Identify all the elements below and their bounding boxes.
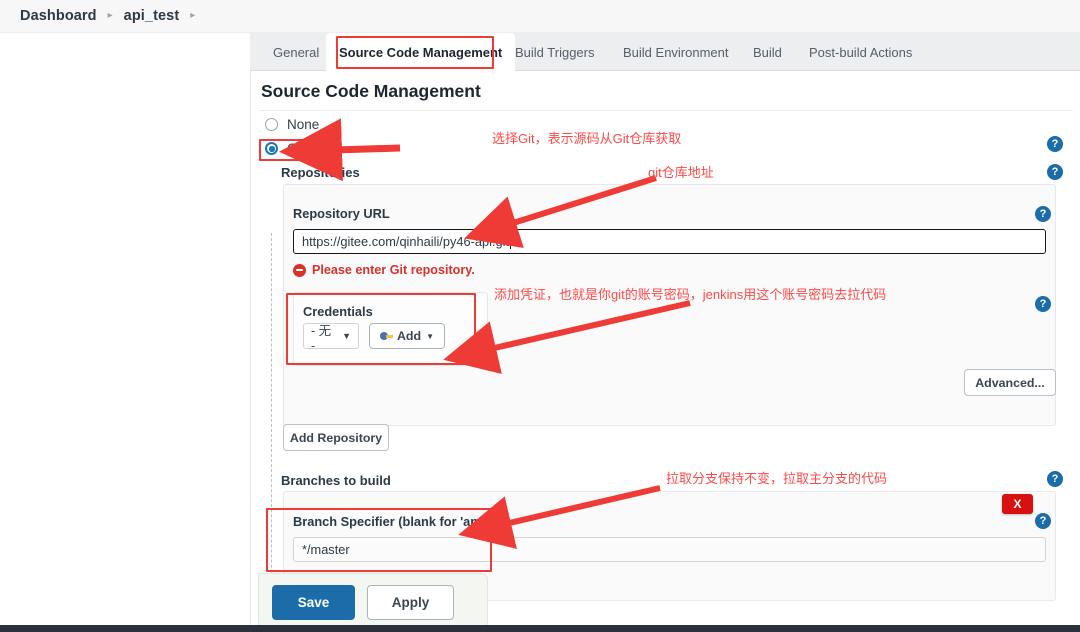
breadcrumb-separator-icon-2: ▸	[190, 11, 195, 21]
chevron-down-icon: ▼	[342, 331, 351, 341]
key-icon	[380, 332, 393, 341]
page-title: Source Code Management	[261, 81, 481, 102]
credentials-label: Credentials	[303, 304, 373, 319]
apply-button[interactable]: Apply	[367, 585, 454, 620]
branch-specifier-label: Branch Specifier (blank for 'any')	[293, 514, 493, 529]
credentials-select[interactable]: - 无 - ▼	[303, 323, 359, 349]
breadcrumb: Dashboard ▸ api_test ▸	[0, 0, 1080, 33]
repository-url-input[interactable]: https://gitee.com/qinhaili/py46-api.git	[293, 229, 1046, 254]
repository-url-error-text: Please enter Git repository.	[312, 263, 475, 277]
branches-to-build-label: Branches to build	[281, 473, 391, 488]
repository-url-value: https://gitee.com/qinhaili/py46-api.git	[302, 234, 509, 249]
tab-build-triggers[interactable]: Build Triggers	[502, 33, 607, 71]
delete-branch-button[interactable]: X	[1002, 494, 1033, 514]
breadcrumb-separator-icon: ▸	[108, 11, 113, 21]
branch-specifier-input[interactable]: */master	[293, 537, 1046, 562]
error-icon	[293, 264, 306, 277]
tab-build[interactable]: Build	[740, 33, 795, 71]
tab-general[interactable]: General	[260, 33, 332, 71]
tab-strip: General Source Code Management Build Tri…	[250, 33, 1080, 71]
radio-none-label: None	[287, 117, 319, 132]
chevron-down-icon-add: ▼	[426, 332, 434, 341]
text-caret	[510, 235, 511, 249]
credentials-add-button[interactable]: Add ▼	[369, 323, 445, 349]
tab-post-build-actions[interactable]: Post-build Actions	[796, 33, 925, 71]
radio-option-none[interactable]: None	[265, 117, 319, 132]
radio-git-icon[interactable]	[265, 142, 278, 155]
help-icon-scm[interactable]: ?	[1047, 136, 1063, 152]
repository-url-label: Repository URL	[293, 206, 390, 221]
help-icon-repository-url[interactable]: ?	[1035, 206, 1051, 222]
add-repository-button[interactable]: Add Repository	[283, 424, 389, 451]
radio-option-git[interactable]: Git	[265, 141, 304, 156]
repository-url-error: Please enter Git repository.	[293, 263, 475, 277]
radio-git-label: Git	[287, 141, 304, 156]
credentials-selected-value: - 无 -	[311, 320, 336, 353]
tab-source-code-management[interactable]: Source Code Management	[326, 33, 515, 72]
help-icon-credentials[interactable]: ?	[1035, 296, 1051, 312]
help-icon-branches[interactable]: ?	[1047, 471, 1063, 487]
radio-none-icon[interactable]	[265, 118, 278, 131]
breadcrumb-item-api-test[interactable]: api_test	[124, 8, 180, 24]
branch-specifier-value: */master	[302, 542, 350, 557]
footer-bar	[0, 625, 1080, 632]
breadcrumb-item-dashboard[interactable]: Dashboard	[20, 8, 97, 24]
help-icon-repositories[interactable]: ?	[1047, 164, 1063, 180]
tab-build-environment[interactable]: Build Environment	[610, 33, 742, 71]
advanced-button[interactable]: Advanced...	[964, 369, 1056, 396]
credentials-add-label: Add	[397, 329, 421, 343]
save-button[interactable]: Save	[272, 585, 355, 620]
repositories-label: Repositories	[281, 165, 360, 180]
title-divider	[259, 110, 1073, 111]
scm-config-form: Source Code Management None Git Reposito…	[250, 71, 1080, 632]
help-icon-branch-spec[interactable]: ?	[1035, 513, 1051, 529]
